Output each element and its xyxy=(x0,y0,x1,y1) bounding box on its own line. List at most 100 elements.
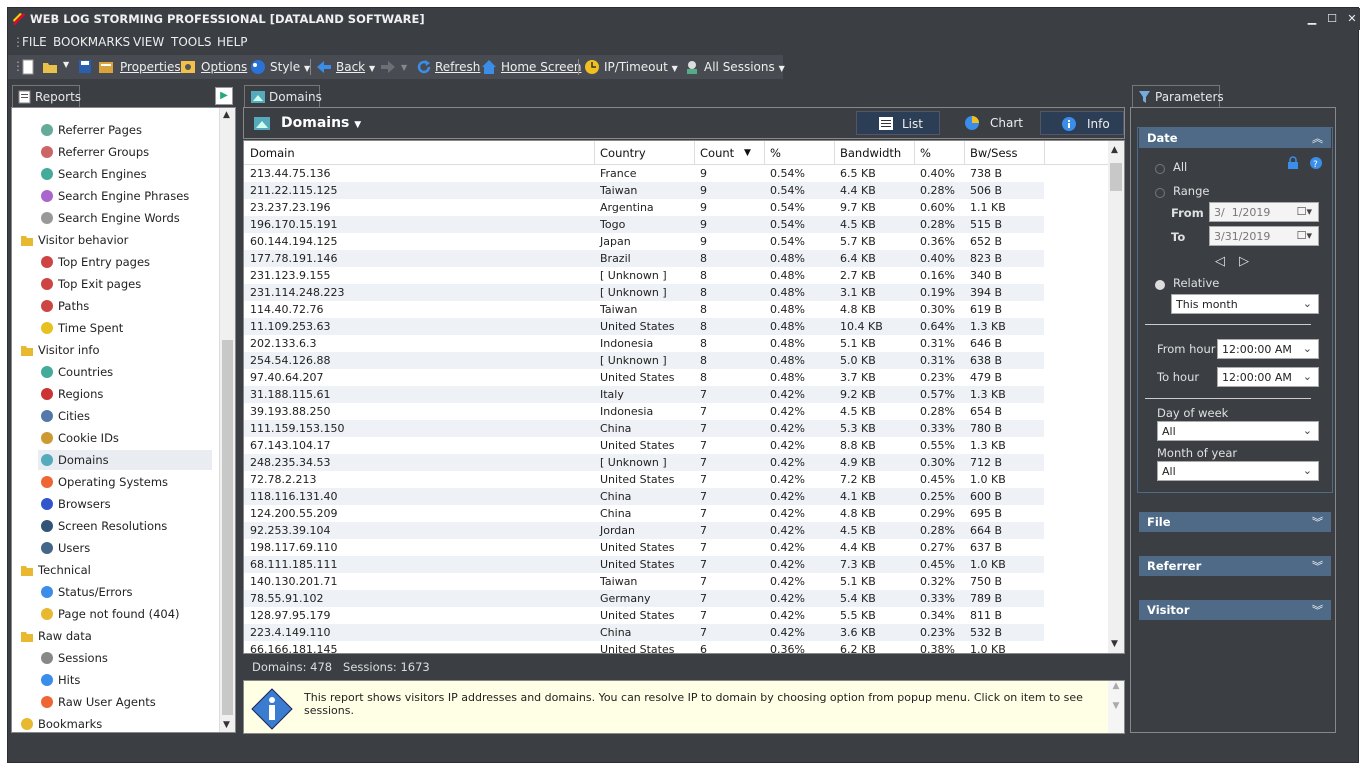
forward-dropdown-icon[interactable]: ▼ xyxy=(401,63,407,72)
tree-item-sessions[interactable]: Sessions xyxy=(38,648,212,668)
minimize-button[interactable]: ▁ xyxy=(1304,12,1320,25)
prev-period-icon[interactable]: ◁ xyxy=(1215,254,1225,269)
tree-item-paths[interactable]: Paths xyxy=(38,296,212,316)
table-row[interactable]: 211.22.115.125 Taiwan 9 0.54% 4.4 KB 0.28% 506… xyxy=(244,182,1044,199)
tree-item-domains[interactable]: Domains xyxy=(38,450,212,470)
ip-timeout-button[interactable]: IP/Timeout ▼ xyxy=(604,60,678,74)
from-date-picker[interactable]: 3/ 1/2019 ☐▾ xyxy=(1209,202,1319,222)
tab-domains[interactable]: Domains xyxy=(244,85,322,107)
table-row[interactable]: 67.143.104.17 United States 7 0.42% 8.8 KB 0.… xyxy=(244,437,1044,454)
tree-item-operating-systems[interactable]: Operating Systems xyxy=(38,472,212,492)
options-button[interactable]: Options xyxy=(201,60,247,74)
tree-item-top-entry-pages[interactable]: Top Entry pages xyxy=(38,252,212,272)
table-row[interactable]: 92.253.39.104 Jordan 7 0.42% 4.5 KB 0.28% 664 … xyxy=(244,522,1044,539)
info-view-button[interactable]: Info xyxy=(1040,111,1124,135)
menu-bookmarks[interactable]: BOOKMARKS xyxy=(53,35,130,49)
table-row[interactable]: 124.200.55.209 China 7 0.42% 4.8 KB 0.29% 695 … xyxy=(244,505,1044,522)
style-button[interactable]: Style ▼ xyxy=(270,60,310,74)
info-scrollbar[interactable]: ▲ ▼ xyxy=(1108,681,1124,733)
radio-all[interactable] xyxy=(1155,164,1165,174)
table-row[interactable]: 231.123.9.155 [ Unknown ] 8 0.48% 2.7 KB 0.16… xyxy=(244,267,1044,284)
day-of-week-select[interactable]: All ⌄ xyxy=(1157,421,1319,441)
table-row[interactable]: 66.166.181.145 United States 6 0.36% 6.2 KB 0… xyxy=(244,641,1044,653)
from-hour-select[interactable]: 12:00:00 AM ⌄ xyxy=(1217,339,1319,359)
col-count-percent[interactable]: % xyxy=(770,146,781,160)
tree-item-top-exit-pages[interactable]: Top Exit pages xyxy=(38,274,212,294)
tree-item-regions[interactable]: Regions xyxy=(38,384,212,404)
table-row[interactable]: 111.159.153.150 China 7 0.42% 5.3 KB 0.33% 780… xyxy=(244,420,1044,437)
table-row[interactable]: 140.130.201.71 Taiwan 7 0.42% 5.1 KB 0.32% 750… xyxy=(244,573,1044,590)
close-button[interactable]: ✕ xyxy=(1344,12,1360,25)
panel-toggle-button[interactable]: ▶ xyxy=(215,87,233,105)
visitor-section-header[interactable]: Visitor ︾ xyxy=(1139,600,1331,620)
reports-scrollbar[interactable]: ▲ ▼ xyxy=(219,108,235,732)
lock-icon[interactable] xyxy=(1287,156,1299,170)
col-bandwidth[interactable]: Bandwidth xyxy=(840,146,901,160)
tree-item-search-engine-words[interactable]: Search Engine Words xyxy=(38,208,212,228)
tree-item-screen-resolutions[interactable]: Screen Resolutions xyxy=(38,516,212,536)
table-row[interactable]: 231.114.248.223 [ Unknown ] 8 0.48% 3.1 KB 0.… xyxy=(244,284,1044,301)
menu-tools[interactable]: TOOLS xyxy=(171,35,212,49)
menu-help[interactable]: HELP xyxy=(217,35,248,49)
col-count[interactable]: Count xyxy=(700,146,734,160)
next-period-icon[interactable]: ▷ xyxy=(1239,254,1249,269)
table-row[interactable]: 213.44.75.136 France 9 0.54% 6.5 KB 0.40% 738 … xyxy=(244,165,1044,182)
table-row[interactable]: 97.40.64.207 United States 8 0.48% 3.7 KB 0.2… xyxy=(244,369,1044,386)
tree-item-search-engine-phrases[interactable]: Search Engine Phrases xyxy=(38,186,212,206)
tab-reports[interactable]: Reports xyxy=(12,85,81,107)
table-row[interactable]: 114.40.72.76 Taiwan 8 0.48% 4.8 KB 0.30% 619 B xyxy=(244,301,1044,318)
menu-view[interactable]: VIEW xyxy=(133,35,164,49)
table-row[interactable]: 128.97.95.179 United States 7 0.42% 5.5 KB 0.… xyxy=(244,607,1044,624)
radio-range[interactable] xyxy=(1155,188,1165,198)
col-country[interactable]: Country xyxy=(600,146,646,160)
tree-item-browsers[interactable]: Browsers xyxy=(38,494,212,514)
month-of-year-select[interactable]: All ⌄ xyxy=(1157,461,1319,481)
home-screen-button[interactable]: Home Screen xyxy=(501,60,582,74)
open-folder-icon[interactable] xyxy=(42,59,58,75)
new-file-icon[interactable] xyxy=(21,59,35,75)
table-row[interactable]: 60.144.194.125 Japan 9 0.54% 5.7 KB 0.36% 652 … xyxy=(244,233,1044,250)
menu-file[interactable]: FILE xyxy=(22,35,47,49)
list-view-button[interactable]: List xyxy=(856,111,940,135)
report-title[interactable]: Domains ▼ xyxy=(281,115,361,131)
refresh-button[interactable]: Refresh xyxy=(435,60,480,74)
tree-item-countries[interactable]: Countries xyxy=(38,362,212,382)
all-sessions-button[interactable]: All Sessions ▼ xyxy=(704,60,785,74)
tree-item-visitor-info[interactable]: Visitor info xyxy=(18,340,212,360)
tree-item-technical[interactable]: Technical xyxy=(18,560,212,580)
forward-arrow-icon[interactable] xyxy=(380,59,396,75)
tree-item-search-engines[interactable]: Search Engines xyxy=(38,164,212,184)
table-row[interactable]: 39.193.88.250 Indonesia 7 0.42% 4.5 KB 0.28% 6… xyxy=(244,403,1044,420)
referrer-section-header[interactable]: Referrer ︾ xyxy=(1139,556,1331,576)
tree-item-status-errors[interactable]: Status/Errors xyxy=(38,582,212,602)
back-button[interactable]: Back ▼ xyxy=(336,60,375,74)
date-section-header[interactable]: Date ︽ xyxy=(1139,128,1331,148)
tree-item-time-spent[interactable]: Time Spent xyxy=(38,318,212,338)
tree-item-users[interactable]: Users xyxy=(38,538,212,558)
file-section-header[interactable]: File ︾ xyxy=(1139,512,1331,532)
tree-item-cities[interactable]: Cities xyxy=(38,406,212,426)
table-row[interactable]: 202.133.6.3 Indonesia 8 0.48% 5.1 KB 0.31% 646… xyxy=(244,335,1044,352)
tree-item-cookie-ids[interactable]: Cookie IDs xyxy=(38,428,212,448)
to-hour-select[interactable]: 12:00:00 AM ⌄ xyxy=(1217,367,1319,387)
tree-item-raw-data[interactable]: Raw data xyxy=(18,626,212,646)
chart-view-button[interactable]: Chart xyxy=(948,111,1032,135)
tree-item-referrer-pages[interactable]: Referrer Pages xyxy=(38,120,212,140)
table-row[interactable]: 248.235.34.53 [ Unknown ] 7 0.42% 4.9 KB 0.30… xyxy=(244,454,1044,471)
tree-item-visitor-behavior[interactable]: Visitor behavior xyxy=(18,230,212,250)
table-row[interactable]: 196.170.15.191 Togo 9 0.54% 4.5 KB 0.28% 515 B xyxy=(244,216,1044,233)
table-row[interactable]: 72.78.2.213 United States 7 0.42% 7.2 KB 0.45… xyxy=(244,471,1044,488)
tree-item-referrer-groups[interactable]: Referrer Groups xyxy=(38,142,212,162)
help-icon[interactable]: ? xyxy=(1309,156,1323,170)
radio-relative[interactable] xyxy=(1155,280,1165,290)
relative-select[interactable]: This month ⌄ xyxy=(1171,294,1319,314)
table-row[interactable]: 68.111.185.111 United States 7 0.42% 7.3 KB 0… xyxy=(244,556,1044,573)
table-row[interactable]: 78.55.91.102 Germany 7 0.42% 5.4 KB 0.33% 789 … xyxy=(244,590,1044,607)
table-row[interactable]: 23.237.23.196 Argentina 9 0.54% 9.7 KB 0.60% 1… xyxy=(244,199,1044,216)
col-domain[interactable]: Domain xyxy=(250,146,295,160)
maximize-button[interactable]: ☐ xyxy=(1324,12,1340,25)
open-dropdown-icon[interactable]: ▼ xyxy=(63,60,69,69)
tree-item-page-not-found-404[interactable]: Page not found (404) xyxy=(38,604,212,624)
save-icon[interactable] xyxy=(78,59,92,75)
table-scrollbar[interactable]: ▲ ▼ xyxy=(1108,141,1124,653)
